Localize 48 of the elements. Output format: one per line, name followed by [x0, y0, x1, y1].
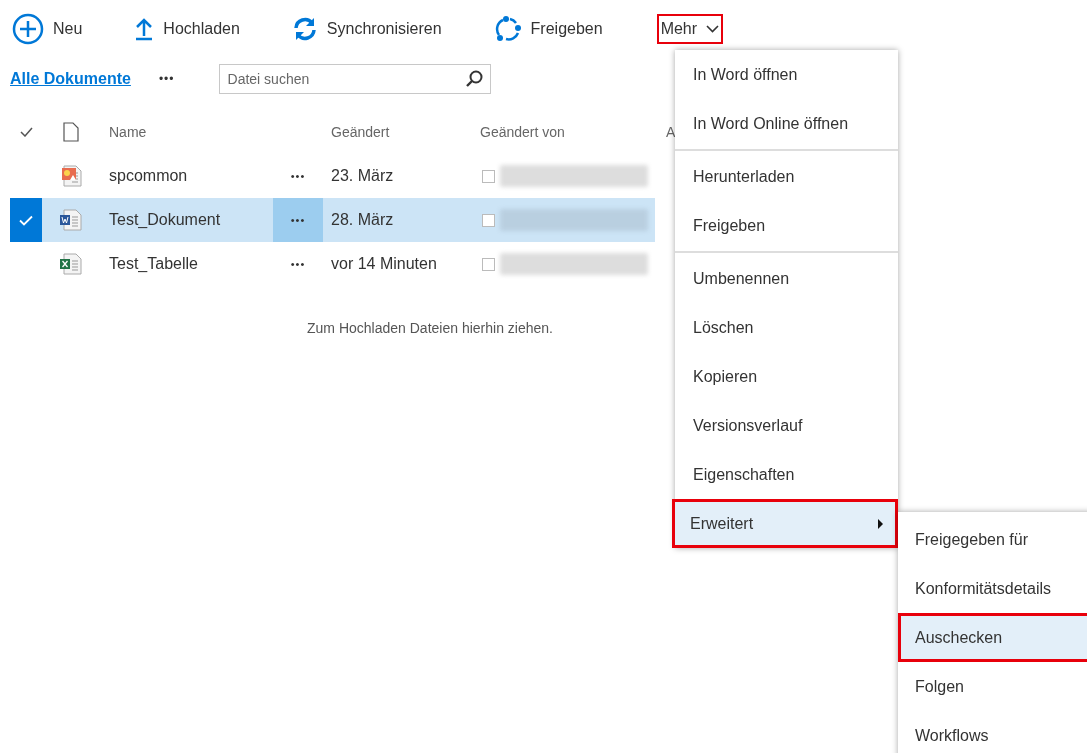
plus-circle-icon	[12, 13, 44, 45]
menu-item[interactable]: Erweitert	[672, 499, 898, 548]
word-file-icon	[59, 208, 83, 232]
excel-file-icon	[59, 252, 83, 276]
menu-item[interactable]: In Word Online öffnen	[675, 99, 898, 148]
menu-item[interactable]: Herunterladen	[675, 152, 898, 201]
column-header[interactable]: A	[666, 121, 676, 143]
checkbox[interactable]	[482, 213, 495, 227]
check-icon	[19, 127, 33, 137]
more-options-button[interactable]: •••	[273, 198, 323, 242]
upload-icon	[134, 17, 155, 41]
search-icon	[464, 70, 483, 88]
document-icon	[63, 122, 79, 142]
row-checkbox[interactable]	[10, 198, 42, 242]
more-options-button[interactable]: •••	[273, 242, 323, 286]
menu-item[interactable]: Umbenennen	[675, 254, 898, 303]
menu-item[interactable]: In Word öffnen	[675, 50, 898, 99]
menu-item[interactable]: Versionsverlauf	[675, 401, 898, 450]
column-header[interactable]: Geändert	[331, 121, 390, 143]
checkbox[interactable]	[482, 257, 495, 271]
toolbar-button[interactable]: Hochladen	[130, 14, 244, 44]
toolbar-button[interactable]: Synchronisieren	[287, 14, 446, 44]
column-header[interactable]: Name	[109, 121, 147, 143]
modified-date: 23. März	[331, 166, 394, 186]
file-name-link[interactable]: spcommon	[109, 164, 188, 188]
more-options-button[interactable]: •••	[273, 154, 323, 198]
search-field[interactable]: Datei suchen	[218, 64, 491, 94]
menu-item[interactable]: Löschen	[675, 303, 898, 352]
sync-icon	[291, 16, 318, 42]
toolbar-button[interactable]: Neu	[8, 14, 87, 44]
file-name-link[interactable]: Test_Tabelle	[109, 252, 198, 276]
modified-date: 28. März	[331, 210, 394, 230]
drop-hint: Zum Hochladen Dateien hierhin ziehen.	[307, 320, 553, 336]
menu-item[interactable]: Kopieren	[675, 352, 898, 401]
column-header[interactable]: Geändert von	[480, 121, 565, 143]
toolbar-button[interactable]: Mehr	[656, 14, 724, 44]
view-link[interactable]: Alle Dokumente	[10, 67, 131, 91]
modified-date: vor 14 Minuten	[331, 254, 437, 274]
image-file-icon	[59, 164, 83, 188]
menu-item[interactable]: Eigenschaften	[675, 450, 898, 499]
menu-item[interactable]: Freigeben	[675, 201, 898, 250]
toolbar-button[interactable]: Freigeben	[489, 14, 607, 44]
checkbox[interactable]	[482, 169, 495, 183]
chevron-down-icon	[706, 25, 720, 33]
more-options-button[interactable]: •••	[158, 70, 175, 88]
check-icon	[19, 214, 33, 226]
share-icon	[493, 15, 522, 43]
menu-item[interactable]: Auschecken	[898, 613, 1087, 662]
